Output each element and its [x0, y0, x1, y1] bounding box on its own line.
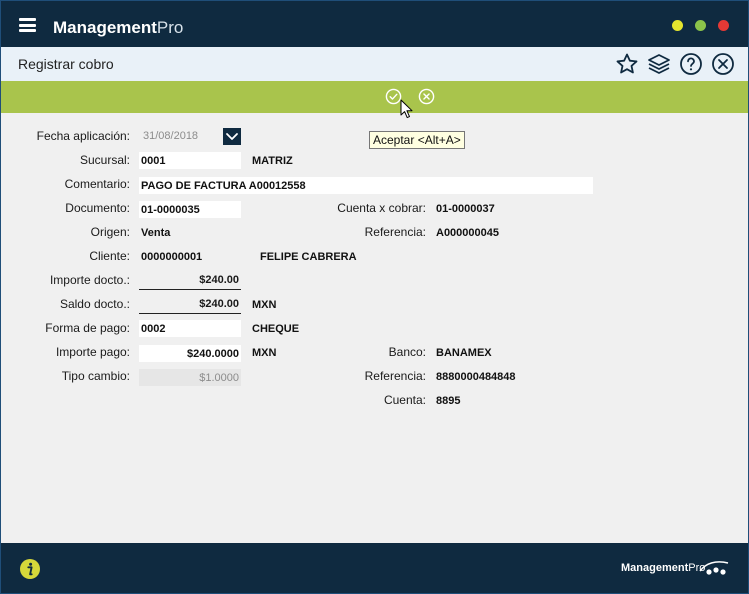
star-icon[interactable] — [615, 52, 639, 76]
help-icon[interactable] — [679, 52, 703, 76]
cliente-label: Cliente: — [89, 249, 130, 263]
tipo-cambio-label: Tipo cambio: — [61, 369, 130, 383]
origen-label: Origen: — [90, 225, 130, 239]
importe-docto-label: Importe docto.: — [49, 273, 130, 287]
brand-logo-icon — [699, 561, 729, 575]
form-area: Fecha aplicación: 31/08/2018 Sucursal: M… — [1, 113, 748, 543]
chevron-down-icon — [226, 133, 238, 140]
window-close-button[interactable] — [718, 20, 729, 31]
importe-docto-value: $240.00 — [139, 272, 241, 290]
referencia2-value: 8880000484848 — [436, 371, 516, 383]
cancel-circle-icon[interactable] — [418, 88, 435, 105]
referencia-label: Referencia: — [364, 225, 426, 239]
saldo-docto-value: $240.00 — [139, 296, 241, 314]
page-title: Registrar cobro — [18, 56, 114, 72]
cliente-value: 0000000001 — [141, 251, 203, 263]
banco-value: BANAMEX — [436, 347, 492, 359]
comentario-label: Comentario: — [64, 177, 130, 191]
sucursal-input[interactable] — [139, 152, 241, 169]
page-header: Registrar cobro — [1, 47, 748, 81]
date-dropdown-button[interactable] — [223, 128, 241, 145]
forma-pago-input[interactable] — [139, 320, 241, 337]
forma-pago-name: CHEQUE — [252, 323, 300, 335]
documento-input[interactable] — [139, 201, 241, 218]
footer-brand: ManagementPro — [621, 561, 705, 575]
cuenta-cobrar-label: Cuenta x cobrar: — [337, 201, 426, 215]
banco-label: Banco: — [388, 345, 426, 359]
title-bar: ManagementPro — [1, 1, 748, 47]
minimize-button[interactable] — [672, 20, 683, 31]
accept-tooltip: Aceptar <Alt+A> — [369, 131, 465, 149]
close-icon[interactable] — [711, 52, 735, 76]
origen-value: Venta — [141, 227, 171, 239]
cuenta-cobrar-value: 01-0000037 — [436, 203, 495, 215]
footer-brand-bold: Management — [621, 562, 689, 574]
layers-icon[interactable] — [647, 52, 671, 76]
footer: ManagementPro — [1, 543, 748, 593]
tipo-cambio-input — [139, 369, 241, 386]
importe-pago-input[interactable] — [139, 345, 241, 362]
maximize-button[interactable] — [695, 20, 706, 31]
sucursal-name: MATRIZ — [252, 155, 293, 167]
saldo-currency: MXN — [252, 299, 277, 311]
saldo-docto-label: Saldo docto.: — [59, 297, 130, 311]
info-icon[interactable] — [19, 558, 41, 580]
cuenta-label: Cuenta: — [383, 393, 426, 407]
app-brand: ManagementPro — [53, 18, 183, 38]
forma-pago-label: Forma de pago: — [45, 321, 130, 335]
app-window: ManagementPro Registrar cobro Fecha apli… — [0, 0, 749, 594]
sucursal-label: Sucursal: — [79, 153, 130, 167]
cuenta-value: 8895 — [436, 395, 461, 407]
fecha-label: Fecha aplicación: — [36, 129, 130, 143]
action-bar — [1, 81, 748, 113]
mouse-cursor-icon — [400, 99, 413, 119]
importe-pago-label: Importe pago: — [55, 345, 130, 359]
comentario-input[interactable] — [139, 177, 593, 194]
brand-light: Pro — [156, 18, 184, 37]
hamburger-menu-icon[interactable] — [19, 18, 36, 32]
fecha-field: 31/08/2018 — [139, 128, 223, 145]
brand-bold: Management — [53, 18, 157, 37]
referencia2-label: Referencia: — [364, 369, 426, 383]
importe-currency: MXN — [252, 347, 277, 359]
documento-label: Documento: — [65, 201, 130, 215]
cliente-name: FELIPE CABRERA — [260, 251, 357, 263]
referencia-value: A000000045 — [436, 227, 500, 239]
